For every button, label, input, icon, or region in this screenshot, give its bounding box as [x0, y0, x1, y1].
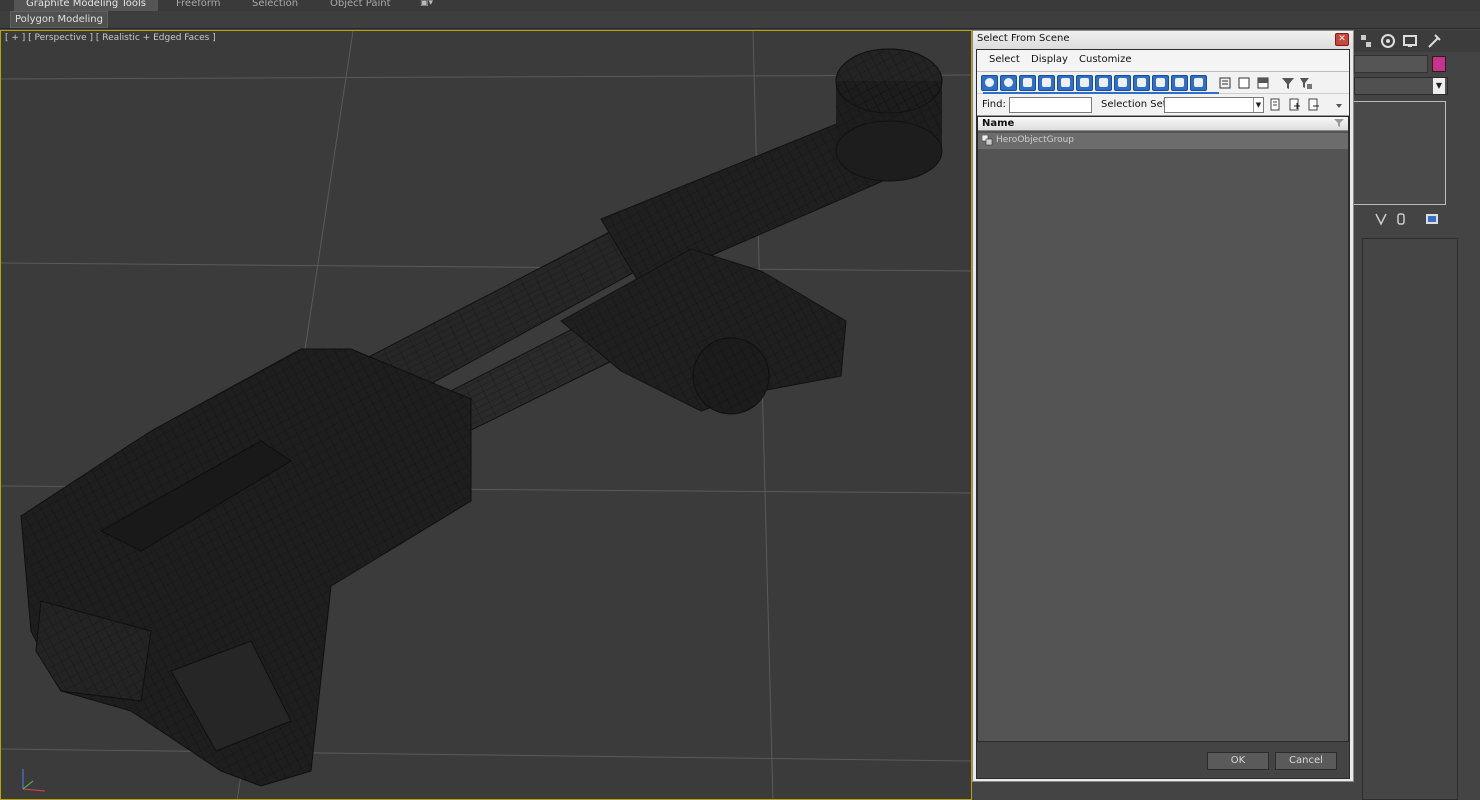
modifier-list-dropdown[interactable]: ▼: [1354, 77, 1448, 95]
list-item-label: HeroObjectGroup: [996, 135, 1075, 145]
display-space-warps-icon[interactable]: [1076, 75, 1093, 91]
filter-settings-icon[interactable]: [1299, 75, 1313, 91]
display-frozen-icon[interactable]: [1171, 75, 1188, 91]
viewport-label[interactable]: [ + ] [ Perspective ] [ Realistic + Edge…: [5, 33, 216, 43]
model-stock: [20, 348, 472, 787]
display-icon[interactable]: [1402, 33, 1418, 49]
chevron-down-icon: ▼: [1433, 78, 1445, 94]
display-invert-icon[interactable]: [1256, 75, 1270, 91]
remove-from-selection-set-icon[interactable]: [1308, 98, 1320, 112]
find-bar: Find: Selection Set: ▼: [977, 94, 1349, 116]
configure-modifier-sets-icon[interactable]: [1424, 212, 1440, 226]
menu-customize[interactable]: Customize: [1079, 54, 1132, 65]
filter-toolbar: [977, 72, 1349, 94]
dialog-menubar: Select Display Customize: [977, 50, 1349, 72]
dialog-title: Select From Scene: [977, 33, 1070, 44]
hierarchy-icon[interactable]: [1358, 33, 1374, 49]
dialog-body: Select Display Customize Find: Selection…: [976, 49, 1350, 779]
motion-icon[interactable]: [1380, 33, 1396, 49]
add-to-selection-set-icon[interactable]: [1289, 98, 1301, 112]
display-none-icon[interactable]: [1237, 75, 1251, 91]
ribbon-options-icon[interactable]: ▣▾: [420, 0, 440, 8]
ribbon-panel-bar: Polygon Modeling: [0, 11, 1480, 29]
ribbon-tab-selection[interactable]: Selection: [252, 0, 298, 11]
expand-toolbar-icon[interactable]: [1335, 102, 1343, 110]
column-header-name[interactable]: Name: [978, 117, 1348, 131]
display-groups-icon[interactable]: [1095, 75, 1112, 91]
modifier-stack-tools: [1354, 210, 1480, 228]
display-geometry-icon[interactable]: [981, 75, 998, 91]
modifier-stack[interactable]: [1354, 101, 1446, 205]
column-header-label: Name: [982, 118, 1015, 129]
ribbon-tab-graphite[interactable]: Graphite Modeling Tools: [14, 0, 159, 11]
group-icon: [982, 135, 993, 146]
menu-select[interactable]: Select: [989, 54, 1020, 65]
display-xrefs-icon[interactable]: [1114, 75, 1131, 91]
selection-set-dropdown[interactable]: ▼: [1164, 97, 1264, 113]
display-hidden-icon[interactable]: [1190, 75, 1207, 91]
scene-object-list[interactable]: Name HeroObjectGroup: [977, 116, 1349, 742]
axis-gizmo-icon: [22, 769, 46, 792]
menu-display[interactable]: Display: [1031, 54, 1068, 65]
dialog-titlebar[interactable]: Select From Scene ✕: [973, 31, 1353, 49]
perspective-viewport[interactable]: [ + ] [ Perspective ] [ Realistic + Edge…: [0, 30, 972, 800]
polygon-modeling-button[interactable]: Polygon Modeling: [10, 11, 108, 28]
display-bones-icon[interactable]: [1133, 75, 1150, 91]
object-name-field[interactable]: [1354, 55, 1428, 73]
column-filter-icon[interactable]: [1334, 118, 1344, 128]
find-label: Find:: [982, 99, 1006, 110]
filter-icon[interactable]: [1281, 75, 1295, 91]
show-end-result-icon[interactable]: [1394, 212, 1408, 226]
find-input[interactable]: [1009, 97, 1092, 113]
command-panel-tabs: [1354, 30, 1480, 52]
create-selection-set-icon[interactable]: [1270, 98, 1282, 112]
model-top-arm: [600, 48, 943, 287]
cancel-button[interactable]: Cancel: [1275, 752, 1337, 770]
chevron-down-icon: ▼: [1253, 98, 1263, 112]
display-lights-icon[interactable]: [1019, 75, 1036, 91]
selection-set-label: Selection Set:: [1101, 99, 1171, 110]
display-helpers-icon[interactable]: [1057, 75, 1074, 91]
ok-button[interactable]: OK: [1207, 752, 1269, 770]
ribbon-tab-object-paint[interactable]: Object Paint: [330, 0, 391, 11]
object-color-swatch[interactable]: [1432, 56, 1446, 72]
display-shapes-icon[interactable]: [1000, 75, 1017, 91]
display-all-icon[interactable]: [1218, 75, 1232, 91]
select-from-scene-dialog: Select From Scene ✕ Select Display Custo…: [972, 30, 1354, 782]
list-item[interactable]: HeroObjectGroup: [978, 133, 1348, 149]
dialog-footer: OK Cancel: [977, 742, 1349, 778]
parameters-rollout: [1362, 238, 1458, 800]
ribbon-tab-freeform[interactable]: Freeform: [176, 0, 221, 11]
viewport-scene: [1, 31, 971, 799]
close-icon[interactable]: ✕: [1335, 33, 1349, 46]
pin-stack-icon[interactable]: [1374, 212, 1388, 226]
display-containers-icon[interactable]: [1152, 75, 1169, 91]
utilities-icon[interactable]: [1426, 33, 1442, 49]
display-cameras-icon[interactable]: [1038, 75, 1055, 91]
ribbon-tabs: Graphite Modeling Tools Freeform Selecti…: [0, 0, 1480, 11]
